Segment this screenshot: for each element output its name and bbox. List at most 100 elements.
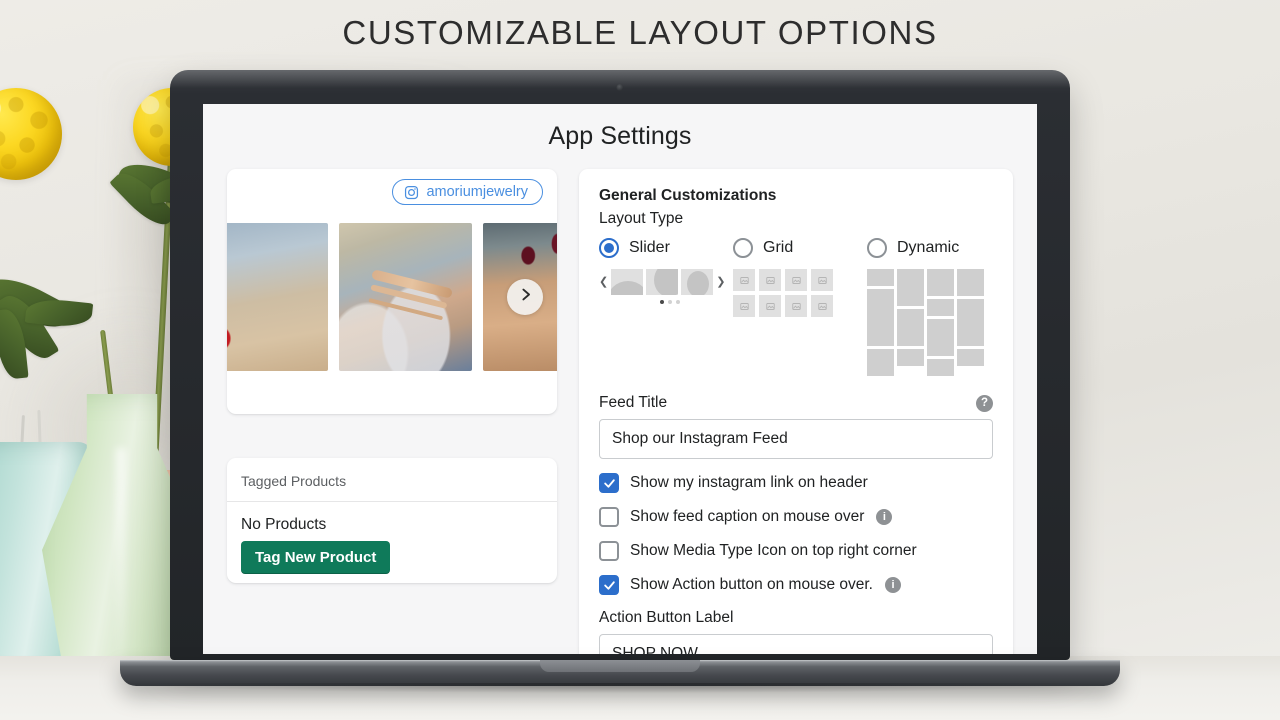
checkbox-instagram-link[interactable]	[599, 473, 619, 493]
action-button-label-row: Action Button Label	[599, 609, 993, 627]
no-products-text: No Products	[241, 516, 543, 534]
general-customizations-card: General Customizations Layout Type Slide…	[579, 169, 1013, 654]
webcam-icon	[617, 84, 624, 91]
instagram-handle-text: amoriumjewelry	[426, 184, 528, 200]
radio-option-slider[interactable]: Slider	[599, 238, 733, 258]
grid-layout-preview[interactable]	[733, 269, 867, 376]
grid-cell	[733, 269, 755, 291]
grid-cell	[811, 269, 833, 291]
checkbox-label-media-type-icon: Show Media Type Icon on top right corner	[630, 542, 917, 560]
info-icon[interactable]: i	[876, 509, 892, 525]
checkbox-row-media-type-icon[interactable]: Show Media Type Icon on top right corner	[599, 541, 993, 561]
feed-title-input[interactable]	[599, 419, 993, 459]
section-title: General Customizations	[599, 187, 993, 205]
grid-cell	[785, 295, 807, 317]
masonry-cell	[897, 349, 924, 366]
promo-scene: CUSTOMIZABLE LAYOUT OPTIONS App Settings	[0, 0, 1280, 720]
masonry-cell	[867, 269, 894, 286]
masonry-cell	[957, 299, 984, 346]
tagged-products-body: No Products Tag New Product	[227, 502, 557, 574]
grid-cell	[759, 269, 781, 291]
grid-preview-cells	[733, 269, 867, 317]
masonry-cell	[867, 349, 894, 376]
carousel-slide[interactable]	[227, 223, 328, 371]
slider-preview-row: ❮ ❯	[599, 269, 733, 295]
grid-cell	[733, 295, 755, 317]
slider-thumb	[681, 269, 713, 295]
tag-new-product-button[interactable]: Tag New Product	[241, 541, 390, 574]
radio-indicator-slider	[599, 238, 619, 258]
pagination-dot	[676, 300, 680, 304]
checkbox-action-button[interactable]	[599, 575, 619, 595]
left-column: amoriumjewelry	[227, 169, 557, 583]
pagination-dot	[668, 300, 672, 304]
carousel-next-button[interactable]	[507, 279, 543, 315]
action-button-label: Action Button Label	[599, 609, 733, 627]
masonry-cell	[927, 269, 954, 296]
checkbox-row-feed-caption[interactable]: Show feed caption on mouse over i	[599, 507, 993, 527]
chevron-left-icon: ❮	[599, 277, 608, 288]
layout-previews: ❮ ❯	[599, 269, 993, 376]
slider-thumb	[611, 269, 643, 295]
masonry-cell	[927, 299, 954, 316]
masonry-cell	[927, 359, 954, 376]
laptop-mockup: App Settings	[170, 70, 1070, 686]
settings-columns: amoriumjewelry	[203, 169, 1037, 654]
laptop-base	[120, 660, 1120, 686]
feed-carousel[interactable]	[227, 223, 557, 371]
app-page-title: App Settings	[203, 122, 1037, 151]
checkbox-row-action-button[interactable]: Show Action button on mouse over. i	[599, 575, 993, 595]
radio-label-slider: Slider	[629, 239, 670, 257]
craspedia-flower	[0, 88, 62, 180]
radio-label-dynamic: Dynamic	[897, 239, 959, 257]
layout-type-radio-group: Slider Grid Dynamic	[599, 238, 993, 258]
carousel-slide[interactable]	[339, 223, 472, 371]
tagged-products-heading: Tagged Products	[227, 473, 557, 502]
feed-preview-card: amoriumjewelry	[227, 169, 557, 414]
dynamic-preview-cells	[867, 269, 984, 376]
masonry-cell	[897, 309, 924, 346]
right-column: General Customizations Layout Type Slide…	[579, 169, 1013, 654]
layout-type-label: Layout Type	[599, 210, 993, 228]
slider-preview-dots	[607, 300, 733, 304]
checkbox-media-type-icon[interactable]	[599, 541, 619, 561]
checkbox-row-instagram-link[interactable]: Show my instagram link on header	[599, 473, 993, 493]
page-title: CUSTOMIZABLE LAYOUT OPTIONS	[0, 14, 1280, 52]
radio-indicator-dynamic	[867, 238, 887, 258]
laptop-screen: App Settings	[203, 104, 1037, 654]
feature-checkbox-list: Show my instagram link on header Show fe…	[599, 473, 993, 595]
chevron-right-icon	[517, 286, 534, 308]
radio-option-grid[interactable]: Grid	[733, 238, 867, 258]
masonry-cell	[867, 289, 894, 346]
tagged-products-card: Tagged Products No Products Tag New Prod…	[227, 458, 557, 583]
instagram-handle-badge[interactable]: amoriumjewelry	[392, 179, 543, 205]
app-window: App Settings	[203, 104, 1037, 654]
dynamic-layout-preview[interactable]	[867, 269, 984, 376]
checkbox-label-instagram-link: Show my instagram link on header	[630, 474, 868, 492]
pagination-dot	[660, 300, 664, 304]
grid-cell	[811, 295, 833, 317]
instagram-icon	[404, 185, 419, 200]
chevron-right-icon: ❯	[716, 277, 725, 288]
masonry-cell	[927, 319, 954, 356]
info-icon[interactable]: i	[885, 577, 901, 593]
question-mark-icon[interactable]: ?	[976, 395, 993, 412]
laptop-lid: App Settings	[170, 70, 1070, 660]
grid-cell	[759, 295, 781, 317]
checkbox-feed-caption[interactable]	[599, 507, 619, 527]
masonry-cell	[957, 269, 984, 296]
feed-title-label: Feed Title	[599, 394, 667, 412]
feed-title-label-row: Feed Title ?	[599, 394, 993, 412]
radio-option-dynamic[interactable]: Dynamic	[867, 238, 959, 258]
slider-layout-preview[interactable]: ❮ ❯	[599, 269, 733, 376]
radio-indicator-grid	[733, 238, 753, 258]
checkbox-label-action-button: Show Action button on mouse over.	[630, 576, 873, 594]
radio-label-grid: Grid	[763, 239, 793, 257]
slider-thumb	[646, 269, 678, 295]
slider-preview-thumbs	[611, 269, 713, 295]
action-button-label-input[interactable]	[599, 634, 993, 654]
masonry-cell	[897, 269, 924, 306]
checkbox-label-feed-caption: Show feed caption on mouse over	[630, 508, 864, 526]
grid-cell	[785, 269, 807, 291]
masonry-cell	[957, 349, 984, 366]
